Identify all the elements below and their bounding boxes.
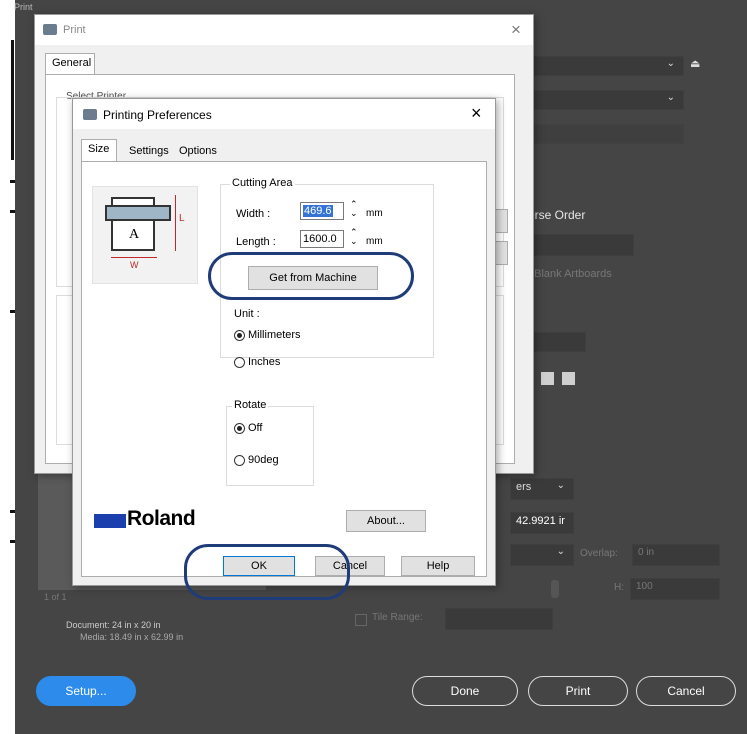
tab-general-label: General bbox=[52, 57, 92, 69]
chevron-down-icon: ⌄ bbox=[666, 58, 675, 69]
find-printer-button-partial[interactable] bbox=[494, 241, 508, 265]
chevron-down-icon: ⌄ bbox=[556, 480, 565, 491]
rotate-group bbox=[226, 406, 314, 486]
close-icon[interactable]: × bbox=[511, 20, 521, 40]
tile-range-label: Tile Range: bbox=[372, 612, 423, 623]
millimeters-label: Millimeters bbox=[248, 329, 301, 341]
rotate-90deg-label: 90deg bbox=[248, 454, 279, 466]
layers-dropdown[interactable]: ers ⌄ bbox=[510, 478, 574, 500]
unit-label: Unit : bbox=[234, 308, 260, 320]
highlight-ok-button bbox=[184, 544, 350, 600]
length-spinner[interactable]: ⌃ ⌄ bbox=[350, 228, 358, 246]
millimeters-radio[interactable] bbox=[234, 330, 245, 341]
height-value: 42.9921 ir bbox=[516, 515, 565, 527]
printer-settings-icon[interactable]: ⏏ bbox=[690, 57, 704, 71]
tile-range-checkbox[interactable] bbox=[355, 614, 367, 626]
size-panel: A L W Cutting Area Width : 469.6 ⌃ ⌄ mm L… bbox=[81, 161, 487, 577]
print-blank-label: t Blank Artboards bbox=[528, 268, 612, 280]
diagram-l: L bbox=[179, 213, 185, 224]
width-value: 469.6 bbox=[303, 205, 333, 217]
cutting-area-label: Cutting Area bbox=[230, 177, 295, 189]
tab-size-label: Size bbox=[88, 143, 110, 155]
page-indicator: 1 of 1 bbox=[44, 592, 67, 602]
done-button[interactable]: Done bbox=[412, 676, 518, 706]
dialog-title: Print bbox=[14, 2, 33, 12]
roland-logo-mark bbox=[94, 514, 126, 528]
length-label: Length : bbox=[236, 236, 276, 248]
diagram-a: A bbox=[129, 227, 140, 242]
rotate-off-label: Off bbox=[248, 422, 263, 434]
cancel-button[interactable]: Cancel bbox=[636, 676, 736, 706]
setup-button[interactable]: Setup... bbox=[36, 676, 136, 706]
inches-label: Inches bbox=[248, 356, 281, 368]
orientation-landscape-icon[interactable] bbox=[562, 372, 575, 385]
link-icon[interactable] bbox=[551, 580, 559, 598]
window-title: Print bbox=[63, 24, 86, 36]
length-unit: mm bbox=[366, 236, 383, 247]
desktop-edge bbox=[0, 0, 16, 734]
inches-radio[interactable] bbox=[234, 357, 245, 368]
cutter-carriage bbox=[105, 205, 171, 221]
copies-field[interactable] bbox=[530, 124, 684, 144]
tab-settings[interactable]: Settings bbox=[129, 145, 169, 157]
chevron-down-icon: ⌄ bbox=[556, 546, 565, 557]
preferences-button-partial[interactable] bbox=[494, 209, 508, 233]
close-icon[interactable]: × bbox=[471, 103, 482, 124]
diagram-w: W bbox=[130, 260, 139, 270]
h-field[interactable]: 100 bbox=[630, 578, 720, 600]
printer-dropdown[interactable]: ⌄ bbox=[530, 56, 684, 76]
printer-icon bbox=[83, 109, 97, 120]
rotate-off-radio[interactable] bbox=[234, 423, 245, 434]
tile-range-field[interactable] bbox=[445, 608, 553, 630]
width-spinner[interactable]: ⌃ ⌄ bbox=[350, 200, 358, 218]
about-button[interactable]: About... bbox=[346, 510, 426, 532]
size-field[interactable] bbox=[530, 332, 586, 352]
h-value: 100 bbox=[636, 581, 653, 592]
length-input[interactable]: 1600.0 bbox=[300, 230, 344, 248]
edge-bar bbox=[11, 40, 14, 160]
overlap-value: 0 in bbox=[638, 547, 655, 558]
tab-size[interactable]: Size bbox=[81, 139, 117, 162]
dialog-title: Printing Preferences bbox=[103, 108, 212, 122]
chevron-down-icon: ⌄ bbox=[666, 92, 675, 103]
layers-value: ers bbox=[516, 481, 532, 493]
width-input[interactable]: 469.6 bbox=[300, 202, 344, 220]
cutter-diagram: A L W bbox=[92, 186, 198, 284]
reverse-order-label: erse Order bbox=[528, 208, 586, 222]
h-label: H: bbox=[614, 582, 624, 593]
media-size: Media: 18.49 in x 62.99 in bbox=[80, 632, 184, 642]
tab-general[interactable]: General bbox=[45, 53, 95, 75]
roland-logo: Roland bbox=[127, 507, 196, 530]
titlebar bbox=[35, 15, 533, 45]
help-button[interactable]: Help bbox=[401, 556, 475, 576]
width-unit: mm bbox=[366, 208, 383, 219]
width-label: Width : bbox=[236, 208, 271, 220]
rotate-90deg-radio[interactable] bbox=[234, 455, 245, 466]
rotate-label: Rotate bbox=[232, 399, 269, 411]
scaling-dropdown[interactable]: ⌄ bbox=[510, 544, 574, 566]
height-field[interactable]: 42.9921 ir bbox=[510, 512, 574, 534]
tab-options[interactable]: Options bbox=[179, 145, 217, 157]
overlap-label: Overlap: bbox=[580, 548, 618, 559]
range-field[interactable] bbox=[530, 234, 634, 256]
printer-icon bbox=[43, 24, 57, 35]
width-marker bbox=[111, 257, 157, 258]
printing-preferences-dialog: Printing Preferences × Size Settings Opt… bbox=[72, 98, 496, 586]
overlap-field[interactable]: 0 in bbox=[632, 544, 720, 566]
orientation-portrait-icon[interactable] bbox=[541, 372, 554, 385]
print-button[interactable]: Print bbox=[528, 676, 628, 706]
length-marker bbox=[175, 195, 176, 251]
document-size: Document: 24 in x 20 in bbox=[66, 620, 161, 630]
highlight-get-from-machine bbox=[208, 252, 414, 300]
length-value: 1600.0 bbox=[303, 233, 337, 245]
ppd-dropdown[interactable]: ⌄ bbox=[530, 90, 684, 110]
